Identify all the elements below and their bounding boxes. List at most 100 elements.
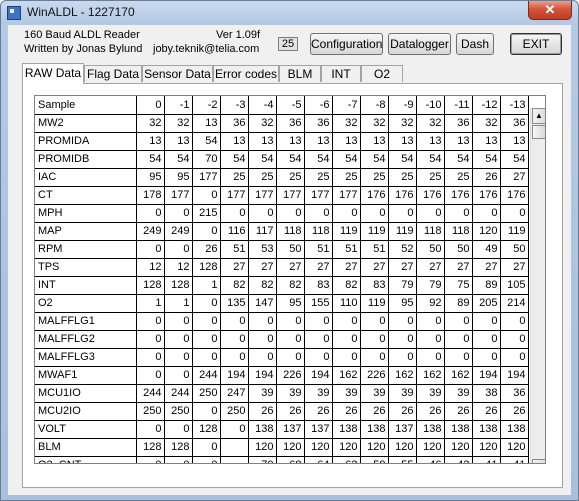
row-label: O2	[35, 294, 137, 313]
table-cell: 82	[248, 276, 277, 295]
table-cell: 25	[416, 168, 445, 187]
sample-index-header: -2	[192, 96, 221, 115]
table-cell: 27	[416, 258, 445, 277]
table-cell: 0	[416, 348, 445, 367]
table-cell: 120	[444, 438, 473, 457]
tab-blm[interactable]: BLM	[279, 65, 321, 82]
table-cell: 138	[360, 420, 389, 439]
table-cell: 120	[276, 438, 305, 457]
close-button[interactable]: ✕	[528, 1, 572, 20]
table-cell: 39	[444, 384, 473, 403]
table-cell	[220, 456, 249, 463]
table-cell: 0	[472, 312, 501, 331]
table-row: MCU2IO 250 250 0 250 26 26 26 26 26 26 26 26 26 26	[35, 402, 529, 421]
table-cell: 0	[192, 456, 221, 463]
table-cell: 128	[164, 276, 193, 295]
table-cell: 32	[164, 114, 193, 133]
exit-button[interactable]: EXIT	[510, 33, 562, 55]
table-cell: 0	[192, 186, 221, 205]
table-cell: 70	[248, 456, 277, 463]
table-cell: 26	[472, 402, 501, 421]
table-row: BLM 128 128 0 120 120 120 120 120 120 120 120 120 120	[35, 438, 529, 457]
sample-index-header: -4	[248, 96, 277, 115]
author-credit: Written by Jonas Bylund	[24, 43, 143, 55]
table-cell: 0	[136, 420, 165, 439]
data-table: Sample 0 -1 -2 -3 -4 -5 -6 -7 -8 -9 -10 -11 -12 -13 MW2…	[35, 96, 529, 463]
table-cell: 0	[248, 330, 277, 349]
table-cell: 0	[164, 240, 193, 259]
table-cell: 155	[304, 294, 333, 313]
table-row: VOLT 0 0 128 0 138 137 137 138 138 137 138 138 138 138	[35, 420, 529, 439]
table-cell: 0	[360, 312, 389, 331]
tab-raw-data[interactable]: RAW Data	[22, 63, 84, 84]
table-cell: 13	[136, 132, 165, 151]
table-cell: 0	[164, 366, 193, 385]
tab-flag-data[interactable]: Flag Data	[84, 65, 142, 82]
table-row: RPM 0 0 26 51 53 50 51 51 51 52 50 50 49 50	[35, 240, 529, 259]
table-row: PROMIDA 13 13 54 13 13 13 13 13 13 13 13 13 13 13	[35, 132, 529, 151]
table-cell: 27	[304, 258, 333, 277]
table-cell: 135	[220, 294, 249, 313]
table-cell: 0	[136, 456, 165, 463]
datalogger-button[interactable]: Datalogger	[388, 33, 451, 55]
dash-button[interactable]: Dash	[456, 33, 494, 55]
table-row: MALFFLG2 0 0 0 0 0 0 0 0 0 0 0 0 0 0	[35, 330, 529, 349]
tab-error-codes[interactable]: Error codes	[213, 65, 279, 82]
table-cell: 0	[304, 312, 333, 331]
app-icon	[7, 6, 21, 20]
row-label: PROMIDA	[35, 132, 137, 151]
table-cell: 249	[136, 222, 165, 241]
table-cell: 89	[472, 276, 501, 295]
table-cell: 54	[164, 150, 193, 169]
table-cell: 27	[248, 258, 277, 277]
table-cell: 39	[304, 384, 333, 403]
table-cell: 194	[500, 366, 529, 385]
table-cell: 119	[360, 294, 389, 313]
table-cell: 51	[220, 240, 249, 259]
table-cell: 38	[472, 384, 501, 403]
app-window: WinALDL - 1227170 ✕ 160 Baud ALDL Reader…	[0, 0, 579, 501]
tab-int[interactable]: INT	[321, 65, 361, 82]
table-cell: 177	[276, 186, 305, 205]
table-cell: 194	[472, 366, 501, 385]
tab-sensor-data[interactable]: Sensor Data	[142, 65, 213, 82]
table-cell: 95	[388, 294, 417, 313]
table-cell: 26	[500, 402, 529, 421]
tab-o2[interactable]: O2	[361, 65, 403, 82]
row-label: PROMIDB	[35, 150, 137, 169]
table-cell: 0	[192, 438, 221, 457]
table-cell: 0	[416, 312, 445, 331]
table-cell: 54	[276, 150, 305, 169]
configuration-button[interactable]: Configuration	[310, 33, 383, 55]
table-cell: 26	[388, 402, 417, 421]
table-cell: 0	[276, 204, 305, 223]
table-cell: 0	[192, 294, 221, 313]
table-cell: 0	[332, 204, 361, 223]
table-cell: 32	[472, 114, 501, 133]
table-cell: 120	[472, 438, 501, 457]
table-cell: 176	[360, 186, 389, 205]
scroll-up-button[interactable]: ▲	[532, 108, 545, 124]
table-row: PROMIDB 54 54 70 54 54 54 54 54 54 54 54 54 54 54	[35, 150, 529, 169]
table-cell: 119	[332, 222, 361, 241]
table-cell: 95	[136, 168, 165, 187]
table-cell: 0	[360, 330, 389, 349]
table-cell: 0	[136, 330, 165, 349]
table-cell: 177	[192, 168, 221, 187]
table-cell: 83	[360, 276, 389, 295]
raw-data-grid[interactable]: Sample 0 -1 -2 -3 -4 -5 -6 -7 -8 -9 -10 -11 -12 -13 MW2…	[34, 95, 546, 464]
table-cell: 138	[416, 420, 445, 439]
table-row: INT 128 128 1 82 82 82 83 82 83 79 79 75 89 105	[35, 276, 529, 295]
scroll-down-button[interactable]: ▼	[532, 459, 545, 463]
vertical-scrollbar[interactable]: ▲ ▼	[530, 108, 545, 463]
sample-index-header: -6	[304, 96, 333, 115]
version-label: Ver 1.09f	[216, 29, 261, 41]
table-cell: 82	[276, 276, 305, 295]
table-cell: 176	[416, 186, 445, 205]
raw-data-panel: Sample 0 -1 -2 -3 -4 -5 -6 -7 -8 -9 -10 -11 -12 -13 MW2…	[22, 83, 563, 488]
table-cell: 13	[332, 132, 361, 151]
table-cell: 50	[500, 240, 529, 259]
table-cell: 177	[332, 186, 361, 205]
scroll-thumb[interactable]	[532, 125, 545, 139]
title-bar[interactable]: WinALDL - 1227170 ✕	[1, 1, 578, 25]
